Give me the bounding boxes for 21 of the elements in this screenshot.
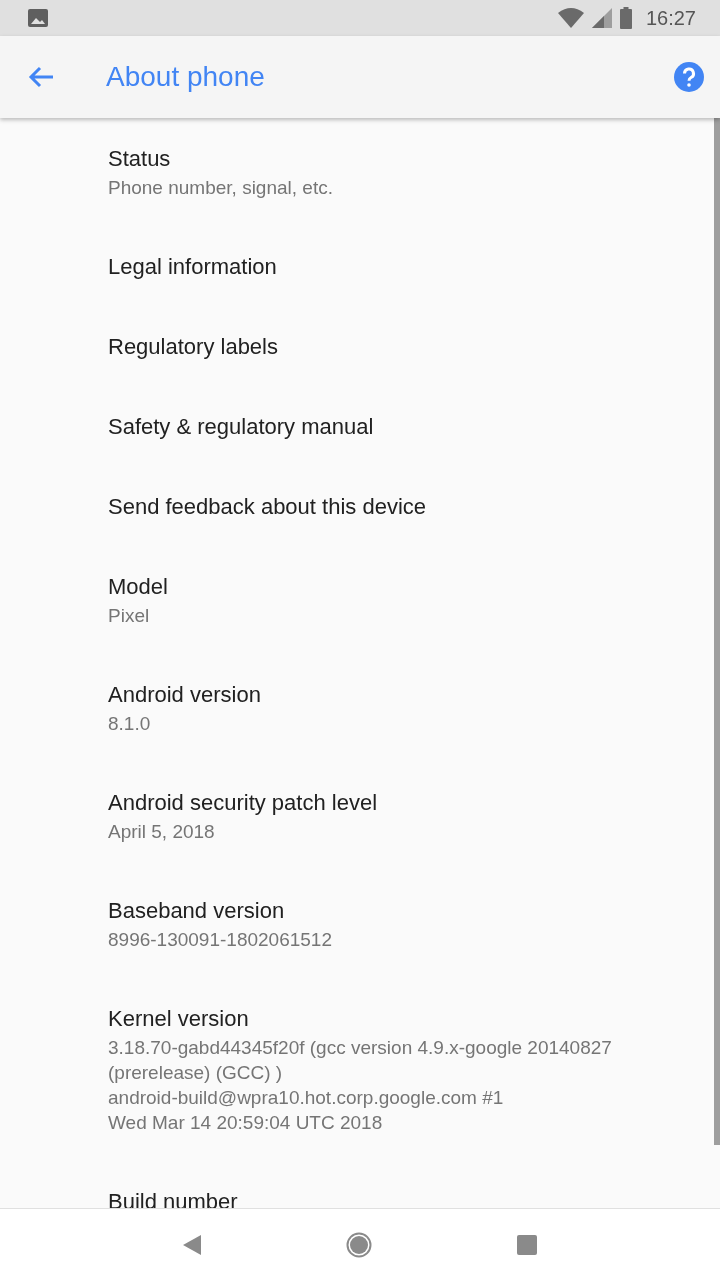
- settings-item[interactable]: Android security patch level April 5, 2018: [0, 762, 714, 870]
- recents-button[interactable]: [517, 1234, 538, 1255]
- settings-item[interactable]: Legal information: [0, 226, 714, 306]
- back-button[interactable]: [182, 1234, 201, 1255]
- screen-title: About phone: [106, 61, 266, 93]
- back-button[interactable]: [28, 66, 54, 88]
- settings-item[interactable]: Status Phone number, signal, etc.: [0, 118, 714, 226]
- settings-item[interactable]: Baseband version 8996-130091-1802061512: [0, 870, 714, 978]
- clock-time: 16:27: [645, 6, 696, 30]
- settings-item[interactable]: Kernel version 3.18.70-gabd44345f20f (gcc version 4.9.x-google 20140827 (prerelease) (GCC) ) android-build@wpra10.hot.corp.google.com #1 Wed Mar 14 20:59:04 UTC 2018: [0, 978, 714, 1161]
- signal-icon: [591, 8, 612, 28]
- settings-item[interactable]: Safety & regulatory manual: [0, 386, 714, 466]
- home-button[interactable]: [346, 1231, 372, 1258]
- settings-item[interactable]: Regulatory labels: [0, 306, 714, 386]
- wifi-icon: [557, 8, 584, 28]
- settings-item[interactable]: Android version 8.1.0: [0, 654, 714, 762]
- help-button[interactable]: [674, 62, 704, 92]
- image-icon: [28, 9, 48, 27]
- settings-item[interactable]: Model Pixel: [0, 546, 714, 654]
- battery-icon: [619, 7, 632, 29]
- settings-item[interactable]: Send feedback about this device: [0, 466, 714, 546]
